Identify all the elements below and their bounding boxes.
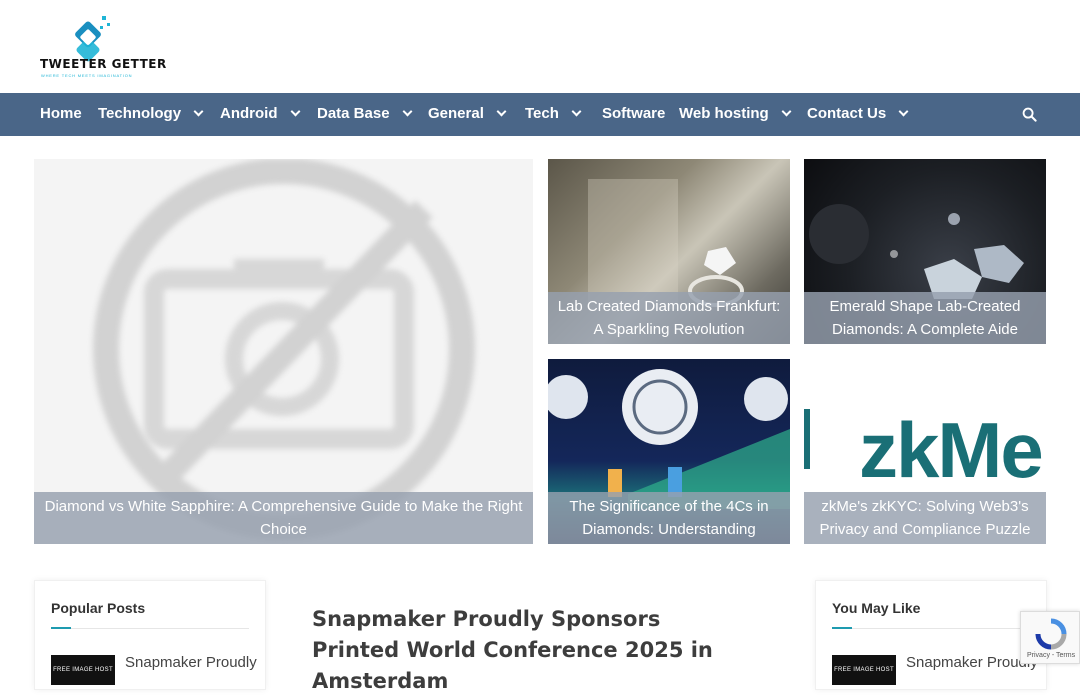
chevron-down-icon[interactable] (193, 106, 204, 117)
nav-item-home[interactable]: Home (40, 93, 82, 136)
nav-item-label: Contact Us (807, 105, 887, 122)
recaptcha-icon (1035, 618, 1067, 650)
nav-item-label: Tech (525, 105, 559, 122)
recaptcha-badge[interactable]: Privacy - Terms (1020, 611, 1080, 664)
placeholder-image-icon (93, 159, 475, 540)
nav-item-data-base[interactable]: Data Base (317, 93, 412, 136)
featured-tile-caption[interactable]: Emerald Shape Lab-Created Diamonds: A Co… (804, 292, 1046, 344)
nav-item-general[interactable]: General (428, 93, 507, 136)
nav-item-label: General (428, 105, 484, 122)
featured-tile-caption[interactable]: The Significance of the 4Cs in Diamonds:… (548, 492, 790, 544)
recaptcha-links[interactable]: Privacy - Terms (1027, 652, 1075, 659)
nav-item-label: Technology (98, 105, 182, 122)
popular-post-link[interactable]: Snapmaker Proudly (125, 654, 257, 671)
featured-tile-caption[interactable]: Lab Created Diamonds Frankfurt: A Sparkl… (548, 292, 790, 344)
nav-item-android[interactable]: Android (220, 93, 300, 136)
nav-item-label: Data Base (317, 105, 390, 122)
logo-tagline: WHERE TECH MEETS IMAGINATION (41, 73, 133, 78)
nav-item-label: Software (602, 105, 666, 122)
nav-item-web-hosting[interactable]: Web hosting (679, 93, 792, 136)
chevron-down-icon[interactable] (290, 106, 300, 117)
chevron-down-icon[interactable] (402, 106, 412, 117)
featured-tile-4[interactable]: zkMe zkMe's zkKYC: Solving Web3's Privac… (804, 359, 1046, 544)
chevron-down-icon[interactable] (898, 106, 909, 117)
featured-tile-2[interactable]: Emerald Shape Lab-Created Diamonds: A Co… (804, 159, 1046, 344)
chevron-down-icon[interactable] (781, 106, 792, 117)
popular-posts-widget: Popular Posts FREE IMAGE HOST Snapmaker … (34, 580, 266, 690)
divider (832, 628, 1030, 629)
article-title[interactable]: Snapmaker Proudly Sponsors Printed World… (312, 604, 752, 697)
related-post-link[interactable]: Snapmaker Proudly (906, 654, 1038, 671)
brand-bar (804, 409, 810, 469)
featured-main[interactable]: Diamond vs White Sapphire: A Comprehensi… (34, 159, 533, 544)
featured-tile-1[interactable]: Lab Created Diamonds Frankfurt: A Sparkl… (548, 159, 790, 344)
widget-title: You May Like (832, 600, 921, 616)
nav-item-label: Web hosting (679, 105, 769, 122)
widget-title: Popular Posts (51, 600, 146, 616)
logo-text[interactable]: TWEETER GETTER (40, 57, 167, 71)
nav-item-technology[interactable]: Technology (98, 93, 204, 136)
divider (51, 628, 249, 629)
chevron-down-icon[interactable] (496, 106, 507, 117)
you-may-like-widget: You May Like FREE IMAGE HOST Snapmaker P… (815, 580, 1047, 690)
site-header: TWEETER GETTER WHERE TECH MEETS IMAGINAT… (0, 0, 1080, 93)
search-icon[interactable] (1022, 107, 1037, 122)
accent-line (51, 627, 71, 629)
nav-item-contact-us[interactable]: Contact Us (807, 93, 909, 136)
nav-item-software[interactable]: Software (602, 93, 665, 136)
post-thumbnail[interactable]: FREE IMAGE HOST (832, 655, 896, 685)
main-nav: Home Technology Android Data Base Genera… (0, 93, 1080, 136)
post-thumbnail[interactable]: FREE IMAGE HOST (51, 655, 115, 685)
featured-main-caption[interactable]: Diamond vs White Sapphire: A Comprehensi… (34, 492, 533, 544)
accent-line (832, 627, 852, 629)
nav-item-tech[interactable]: Tech (525, 93, 582, 136)
nav-item-label: Android (220, 105, 278, 122)
nav-item-label: Home (40, 105, 82, 122)
zkme-logo-text: zkMe (859, 406, 1044, 494)
featured-tile-caption[interactable]: zkMe's zkKYC: Solving Web3's Privacy and… (804, 492, 1046, 544)
chevron-down-icon[interactable] (571, 106, 582, 117)
featured-tile-3[interactable]: The Significance of the 4Cs in Diamonds:… (548, 359, 790, 544)
